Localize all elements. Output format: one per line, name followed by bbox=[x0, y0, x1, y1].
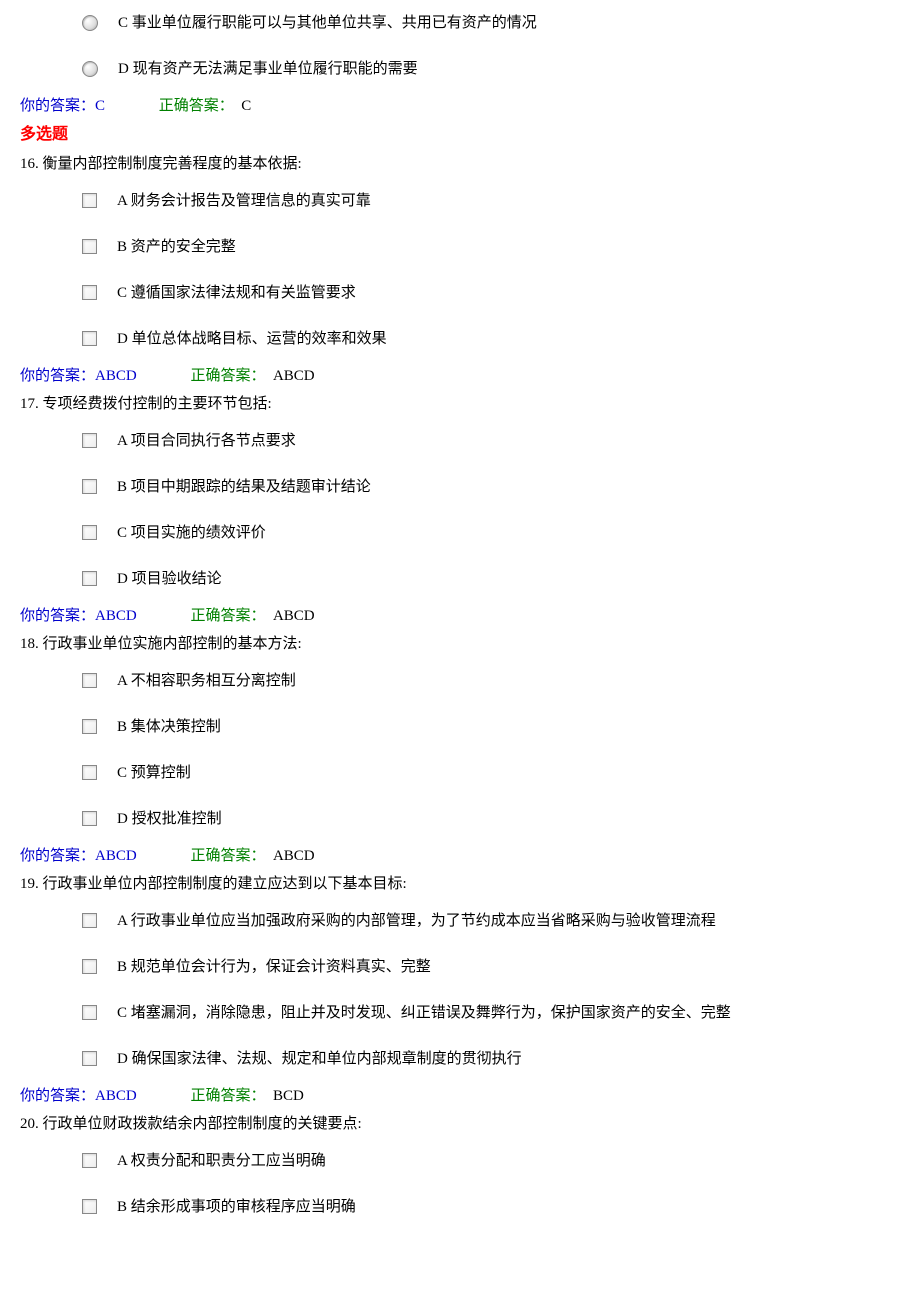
correct-answer-label: 正确答案： bbox=[190, 1088, 265, 1104]
checkbox-icon[interactable] bbox=[82, 285, 97, 300]
option-text: A 财务会计报告及管理信息的真实可靠 bbox=[117, 189, 371, 213]
answer-line: 你的答案：C 正确答案： C bbox=[20, 92, 900, 120]
checkbox-icon[interactable] bbox=[82, 811, 97, 826]
option-row: D 现有资产无法满足事业单位履行职能的需要 bbox=[20, 46, 900, 92]
correct-answer-value: ABCD bbox=[269, 368, 314, 384]
checkbox-icon[interactable] bbox=[82, 1005, 97, 1020]
answer-line: 你的答案：ABCD 正确答案： ABCD bbox=[20, 842, 900, 870]
option-text: C 事业单位履行职能可以与其他单位共享、共用已有资产的情况 bbox=[118, 11, 537, 35]
option-row: C 堵塞漏洞，消除隐患，阻止并及时发现、纠正错误及舞弊行为，保护国家资产的安全、… bbox=[20, 990, 900, 1036]
correct-answer-label: 正确答案： bbox=[190, 848, 265, 864]
checkbox-icon[interactable] bbox=[82, 525, 97, 540]
your-answer: 你的答案：ABCD bbox=[20, 1088, 137, 1104]
correct-answer-value: C bbox=[238, 98, 252, 114]
option-text: C 遵循国家法律法规和有关监管要求 bbox=[117, 281, 356, 305]
option-text: D 授权批准控制 bbox=[117, 807, 222, 831]
option-row: A 权责分配和职责分工应当明确 bbox=[20, 1138, 900, 1184]
checkbox-icon[interactable] bbox=[82, 571, 97, 586]
checkbox-icon[interactable] bbox=[82, 1051, 97, 1066]
option-row: D 单位总体战略目标、运营的效率和效果 bbox=[20, 316, 900, 362]
option-text: C 堵塞漏洞，消除隐患，阻止并及时发现、纠正错误及舞弊行为，保护国家资产的安全、… bbox=[117, 1001, 731, 1025]
option-text: B 集体决策控制 bbox=[117, 715, 221, 739]
checkbox-icon[interactable] bbox=[82, 239, 97, 254]
option-row: C 项目实施的绩效评价 bbox=[20, 510, 900, 556]
question-stem: 18. 行政事业单位实施内部控制的基本方法: bbox=[20, 630, 900, 658]
option-text: A 不相容职务相互分离控制 bbox=[117, 669, 296, 693]
option-row: C 事业单位履行职能可以与其他单位共享、共用已有资产的情况 bbox=[20, 0, 900, 46]
checkbox-icon[interactable] bbox=[82, 479, 97, 494]
option-row: D 授权批准控制 bbox=[20, 796, 900, 842]
option-row: A 财务会计报告及管理信息的真实可靠 bbox=[20, 178, 900, 224]
checkbox-icon[interactable] bbox=[82, 673, 97, 688]
option-row: B 项目中期跟踪的结果及结题审计结论 bbox=[20, 464, 900, 510]
correct-answer-value: ABCD bbox=[269, 848, 314, 864]
option-text: B 规范单位会计行为，保证会计资料真实、完整 bbox=[117, 955, 431, 979]
option-text: B 结余形成事项的审核程序应当明确 bbox=[117, 1195, 356, 1219]
question-stem: 19. 行政事业单位内部控制制度的建立应达到以下基本目标: bbox=[20, 870, 900, 898]
option-text: D 确保国家法律、法规、规定和单位内部规章制度的贯彻执行 bbox=[117, 1047, 522, 1071]
answer-line: 你的答案：ABCD 正确答案： ABCD bbox=[20, 362, 900, 390]
question-stem: 20. 行政单位财政拨款结余内部控制制度的关键要点: bbox=[20, 1110, 900, 1138]
answer-line: 你的答案：ABCD 正确答案： BCD bbox=[20, 1082, 900, 1110]
option-text: C 预算控制 bbox=[117, 761, 191, 785]
checkbox-icon[interactable] bbox=[82, 1199, 97, 1214]
option-row: B 集体决策控制 bbox=[20, 704, 900, 750]
radio-icon[interactable] bbox=[82, 61, 98, 77]
option-text: A 权责分配和职责分工应当明确 bbox=[117, 1149, 326, 1173]
checkbox-icon[interactable] bbox=[82, 959, 97, 974]
option-text: B 资产的安全完整 bbox=[117, 235, 236, 259]
option-text: D 项目验收结论 bbox=[117, 567, 222, 591]
option-text: A 项目合同执行各节点要求 bbox=[117, 429, 296, 453]
your-answer: 你的答案：ABCD bbox=[20, 368, 137, 384]
your-answer: 你的答案：C bbox=[20, 98, 105, 114]
option-row: D 确保国家法律、法规、规定和单位内部规章制度的贯彻执行 bbox=[20, 1036, 900, 1082]
checkbox-icon[interactable] bbox=[82, 433, 97, 448]
option-text: C 项目实施的绩效评价 bbox=[117, 521, 266, 545]
correct-answer-value: BCD bbox=[269, 1088, 304, 1104]
option-row: A 行政事业单位应当加强政府采购的内部管理，为了节约成本应当省略采购与验收管理流… bbox=[20, 898, 900, 944]
option-row: B 结余形成事项的审核程序应当明确 bbox=[20, 1184, 900, 1230]
radio-icon[interactable] bbox=[82, 15, 98, 31]
your-answer: 你的答案：ABCD bbox=[20, 608, 137, 624]
section-header: 多选题 bbox=[20, 120, 900, 150]
option-text: D 现有资产无法满足事业单位履行职能的需要 bbox=[118, 57, 418, 81]
option-row: C 遵循国家法律法规和有关监管要求 bbox=[20, 270, 900, 316]
option-row: B 资产的安全完整 bbox=[20, 224, 900, 270]
correct-answer-label: 正确答案： bbox=[190, 368, 265, 384]
option-row: D 项目验收结论 bbox=[20, 556, 900, 602]
option-text: B 项目中期跟踪的结果及结题审计结论 bbox=[117, 475, 371, 499]
option-row: B 规范单位会计行为，保证会计资料真实、完整 bbox=[20, 944, 900, 990]
checkbox-icon[interactable] bbox=[82, 765, 97, 780]
question-stem: 16. 衡量内部控制制度完善程度的基本依据: bbox=[20, 150, 900, 178]
option-row: C 预算控制 bbox=[20, 750, 900, 796]
correct-answer-value: ABCD bbox=[269, 608, 314, 624]
option-text: A 行政事业单位应当加强政府采购的内部管理，为了节约成本应当省略采购与验收管理流… bbox=[117, 909, 716, 933]
checkbox-icon[interactable] bbox=[82, 331, 97, 346]
correct-answer-label: 正确答案： bbox=[190, 608, 265, 624]
question-stem: 17. 专项经费拨付控制的主要环节包括: bbox=[20, 390, 900, 418]
option-row: A 项目合同执行各节点要求 bbox=[20, 418, 900, 464]
your-answer: 你的答案：ABCD bbox=[20, 848, 137, 864]
checkbox-icon[interactable] bbox=[82, 719, 97, 734]
correct-answer-label: 正确答案： bbox=[159, 98, 234, 114]
option-text: D 单位总体战略目标、运营的效率和效果 bbox=[117, 327, 387, 351]
answer-line: 你的答案：ABCD 正确答案： ABCD bbox=[20, 602, 900, 630]
option-row: A 不相容职务相互分离控制 bbox=[20, 658, 900, 704]
checkbox-icon[interactable] bbox=[82, 1153, 97, 1168]
checkbox-icon[interactable] bbox=[82, 193, 97, 208]
checkbox-icon[interactable] bbox=[82, 913, 97, 928]
